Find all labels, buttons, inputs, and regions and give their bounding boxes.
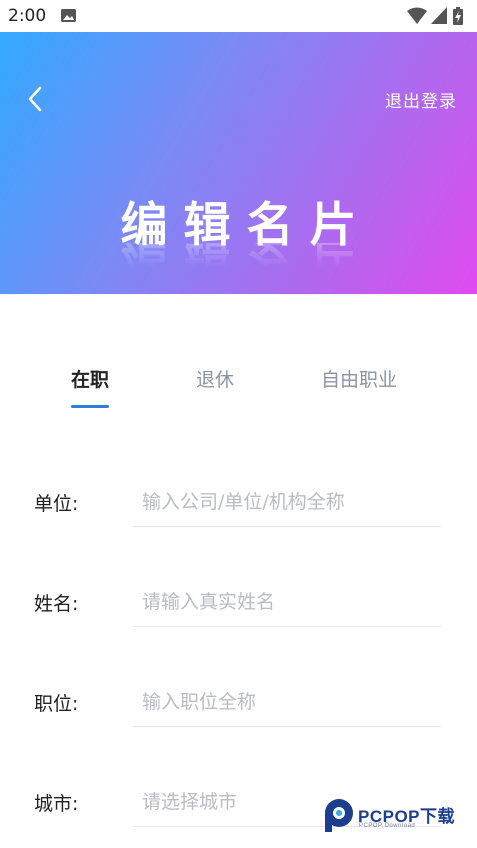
logout-button[interactable]: 退出登录 — [385, 87, 457, 112]
city-label: 城市: — [34, 793, 79, 815]
tab-employed-label: 在职 — [71, 369, 110, 391]
status-time: 2:00 — [8, 6, 47, 26]
chevron-left-icon — [28, 86, 42, 112]
tab-freelance-label: 自由职业 — [321, 369, 398, 391]
tab-retired[interactable]: 退休 — [196, 360, 234, 408]
form-row-company: 单位: — [0, 475, 477, 535]
battery-charging-icon — [453, 7, 463, 25]
photo-icon — [61, 9, 76, 22]
tab-retired-label: 退休 — [196, 369, 235, 391]
status-bar: 2:00 — [0, 0, 477, 32]
wifi-icon — [407, 7, 427, 24]
form-row-name: 姓名: — [0, 575, 477, 635]
back-button[interactable] — [18, 82, 52, 116]
tab-freelance[interactable]: 自由职业 — [321, 360, 397, 408]
title-wrap: 编辑名片 编辑名片 — [0, 202, 477, 267]
header-banner: 退出登录 编辑名片 编辑名片 — [0, 32, 477, 294]
signal-icon — [431, 7, 447, 24]
employment-tabs: 在职 退休 自由职业 — [0, 360, 477, 410]
pcpop-logo-icon — [325, 799, 353, 832]
company-input[interactable] — [133, 477, 441, 527]
page-title: 编辑名片 — [120, 198, 373, 253]
tab-employed[interactable]: 在职 — [71, 360, 110, 408]
page-title-reflection: 编辑名片 — [0, 243, 477, 267]
name-input[interactable] — [133, 577, 441, 627]
position-label: 职位: — [34, 693, 79, 715]
form-row-position: 职位: — [0, 675, 477, 735]
watermark-subtext: PCPOP Download — [359, 823, 416, 829]
name-label: 姓名: — [34, 593, 79, 615]
position-input[interactable] — [133, 677, 441, 727]
company-label: 单位: — [34, 493, 79, 515]
status-icons — [407, 7, 469, 25]
watermark-logo: PCPOP下载 PCPOP Download — [322, 796, 472, 836]
tab-indicator — [71, 405, 110, 408]
